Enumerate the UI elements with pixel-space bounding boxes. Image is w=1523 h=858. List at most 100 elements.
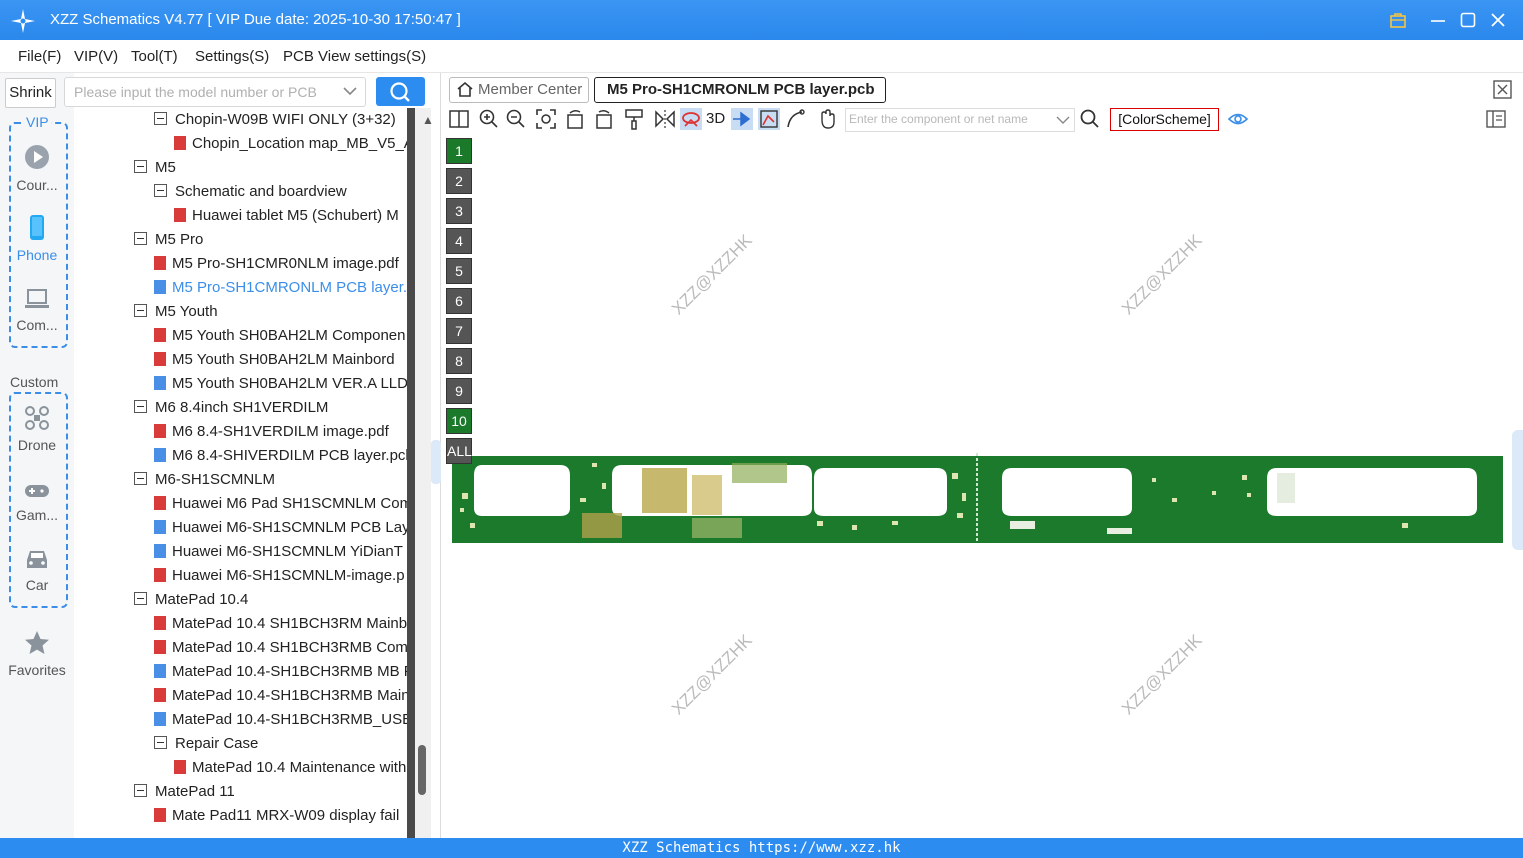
menu-vip[interactable]: VIP(V) [74, 48, 118, 65]
tree-file[interactable]: Huawei M6-SH1SCMNLM PCB Lay [154, 516, 407, 540]
tree-folder[interactable]: M5 Youth [134, 300, 218, 324]
file-tree[interactable]: Chopin-W09B WIFI ONLY (3+32) Chopin_Locat… [74, 108, 407, 838]
tree-file[interactable]: M5 Youth SH0BAH2LM VER.A LLDI [154, 372, 407, 396]
nav-phone-label[interactable]: Phone [0, 247, 74, 263]
close-icon[interactable] [1486, 8, 1510, 32]
net-highlight-icon[interactable] [758, 108, 780, 130]
tree-file[interactable]: Huawei M6-SH1SCMNLM YiDianT [154, 540, 403, 564]
tree-file[interactable]: Huawei tablet M5 (Schubert) M [174, 204, 399, 228]
tree-file[interactable]: Huawei M6-SH1SCMNLM-image.p [154, 564, 405, 588]
tree-file[interactable]: MatePad 10.4 SH1BCH3RM Mainb [154, 612, 407, 636]
phone-icon[interactable] [24, 214, 50, 240]
close-tab-icon[interactable] [1493, 80, 1512, 99]
tree-file[interactable]: Mate Pad11 MRX-W09 display fail [154, 804, 399, 828]
collapse-right-handle[interactable] [1512, 430, 1523, 550]
rotate-right-icon[interactable] [592, 108, 614, 130]
nav-favorites-label[interactable]: Favorites [0, 662, 74, 678]
car-icon[interactable] [24, 546, 50, 572]
rotate-left-icon[interactable] [565, 108, 587, 130]
component-search-icon[interactable] [1079, 108, 1101, 130]
scroll-up-icon[interactable]: ▲ [422, 113, 434, 127]
pcb-board[interactable] [452, 453, 1503, 543]
paint-brush-icon[interactable] [623, 108, 645, 130]
trace-curve-icon[interactable] [785, 108, 807, 130]
tree-file[interactable]: M5 Youth SH0BAH2LM Componen [154, 324, 405, 348]
layer-button[interactable]: 3 [446, 198, 472, 224]
hand-pan-icon[interactable] [816, 108, 838, 130]
component-search-input[interactable]: Enter the component or net name [845, 108, 1075, 132]
tree-folder[interactable]: Repair Case [154, 732, 258, 756]
laptop-icon[interactable] [24, 286, 50, 312]
side-panel-toggle-icon[interactable] [1485, 108, 1507, 130]
3d-view-button[interactable]: 3D [706, 110, 725, 127]
pcb-file-icon [154, 376, 166, 390]
layer-button[interactable]: 1 [446, 138, 472, 164]
split-view-icon[interactable] [448, 108, 470, 130]
menu-tool[interactable]: Tool(T) [131, 48, 178, 65]
tree-splitter[interactable] [407, 108, 415, 838]
tree-file[interactable]: M6 8.4-SH1VERDILM image.pdf [154, 420, 389, 444]
eye-icon[interactable] [1227, 108, 1249, 130]
tab-pcb-file[interactable]: M5 Pro-SH1CMRONLM PCB layer.pcb [594, 77, 886, 103]
tree-file[interactable]: M5 Youth SH0BAH2LM Mainbord [154, 348, 395, 372]
layer-button[interactable]: 8 [446, 348, 472, 374]
chevron-down-icon[interactable] [343, 86, 357, 96]
tree-file[interactable]: M5 Pro-SH1CMRONLM PCB layer.pcb [154, 276, 407, 300]
star-icon[interactable] [24, 630, 50, 656]
layer-button[interactable]: 9 [446, 378, 472, 404]
tree-folder[interactable]: Schematic and boardview [154, 180, 347, 204]
minimize-icon[interactable] [1426, 8, 1450, 32]
tree-file[interactable]: M6 8.4-SHIVERDILM PCB layer.pcb [154, 444, 407, 468]
shrink-button[interactable]: Shrink [5, 78, 56, 108]
tree-file[interactable]: Chopin_Location map_MB_V5_A [174, 132, 407, 156]
search-button[interactable] [376, 77, 425, 106]
tree-folder[interactable]: M6-SH1SCMNLM [134, 468, 275, 492]
nav-drone-label[interactable]: Drone [0, 437, 74, 453]
tree-folder[interactable]: Chopin-W09B WIFI ONLY (3+32) [154, 108, 396, 132]
layer-button[interactable]: 2 [446, 168, 472, 194]
maximize-icon[interactable] [1456, 8, 1480, 32]
menu-pcb-view-settings[interactable]: PCB View settings(S) [283, 48, 426, 65]
tree-file[interactable]: M5 Pro-SH1CMR0NLM image.pdf [154, 252, 399, 276]
collapse-left-handle[interactable] [431, 440, 441, 484]
flip-board-icon[interactable] [680, 108, 702, 130]
chevron-down-icon[interactable] [1056, 115, 1070, 125]
zoom-out-icon[interactable] [505, 108, 527, 130]
tree-folder[interactable]: M5 Pro [134, 228, 203, 252]
tree-folder[interactable]: MatePad 10.4 [134, 588, 248, 612]
tree-folder[interactable]: MatePad 11 [134, 780, 235, 804]
model-search-input[interactable]: Please input the model number or PCB [64, 77, 366, 107]
tree-file[interactable]: MatePad 10.4-SH1BCH3RMB_USB [154, 708, 407, 732]
tree-file[interactable]: MatePad 10.4 SH1BCH3RMB Comp [154, 636, 407, 660]
layer-button[interactable]: ALL [446, 438, 472, 464]
tree-scroll-thumb[interactable] [418, 745, 426, 795]
color-scheme-button[interactable]: [ColorScheme] [1110, 108, 1219, 131]
nav-computer-label[interactable]: Com... [0, 317, 74, 333]
nav-games-label[interactable]: Gam... [0, 507, 74, 523]
gamepad-icon[interactable] [24, 478, 50, 504]
layer-button[interactable]: 6 [446, 288, 472, 314]
drone-icon[interactable] [24, 405, 50, 431]
tree-file[interactable]: MatePad 10.4 Maintenance with [174, 756, 406, 780]
pin-select-icon[interactable] [731, 108, 753, 130]
vip-bag-icon[interactable] [1386, 8, 1410, 32]
tree-folder[interactable]: M6 8.4inch SH1VERDILM [134, 396, 328, 420]
tab-pcb-file-label: M5 Pro-SH1CMRONLM PCB layer.pcb [607, 81, 875, 98]
layer-button[interactable]: 4 [446, 228, 472, 254]
nav-car-label[interactable]: Car [0, 577, 74, 593]
tab-member-center[interactable]: Member Center [449, 77, 589, 103]
fit-view-icon[interactable] [535, 108, 557, 130]
play-icon[interactable] [24, 144, 50, 170]
mirror-icon[interactable] [654, 108, 676, 130]
zoom-in-icon[interactable] [478, 108, 500, 130]
menu-settings[interactable]: Settings(S) [195, 48, 269, 65]
layer-button[interactable]: 10 [446, 408, 472, 434]
tree-file[interactable]: MatePad 10.4-SH1BCH3RMB Main [154, 684, 407, 708]
tree-folder[interactable]: M5 [134, 156, 176, 180]
tree-file[interactable]: Huawei M6 Pad SH1SCMNLM Com [154, 492, 407, 516]
menu-file[interactable]: File(F) [18, 48, 61, 65]
tree-file[interactable]: MatePad 10.4-SH1BCH3RMB MB F [154, 660, 407, 684]
layer-button[interactable]: 7 [446, 318, 472, 344]
layer-button[interactable]: 5 [446, 258, 472, 284]
nav-courses-label[interactable]: Cour... [0, 177, 74, 193]
